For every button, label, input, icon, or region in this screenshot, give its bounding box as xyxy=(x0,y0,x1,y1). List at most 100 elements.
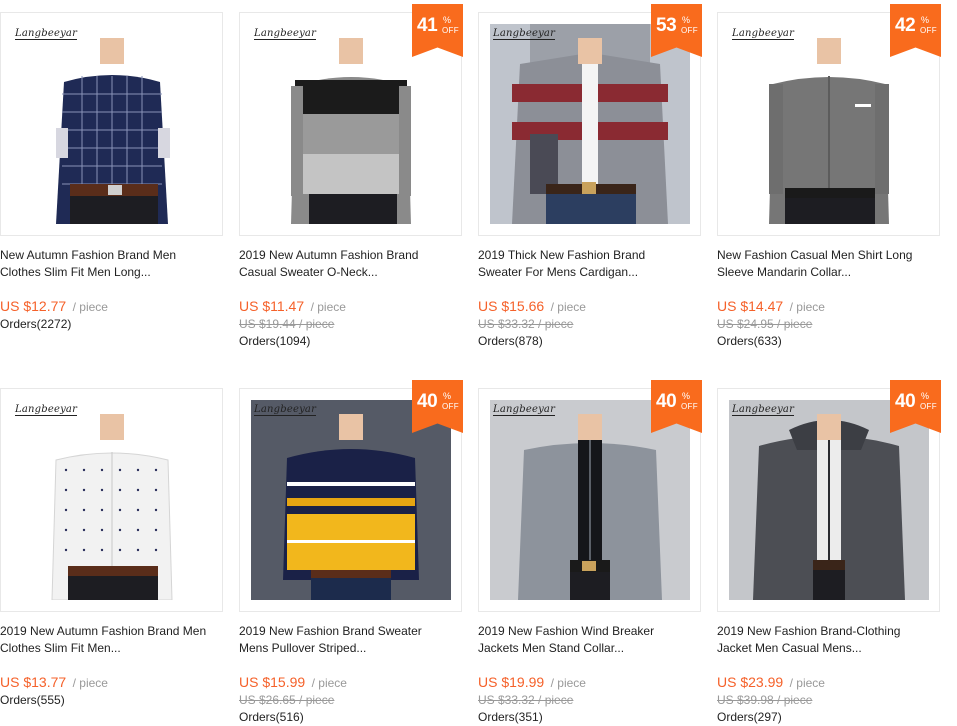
product-card[interactable]: Langbeeyar 53 % OFF 2019 Thick New Fashi… xyxy=(478,4,702,372)
brand-logo: Langbeeyar xyxy=(254,28,317,40)
product-title-line2[interactable]: Clothes Slim Fit Men Long... xyxy=(0,264,223,281)
brand-logo: Langbeeyar xyxy=(493,28,556,40)
product-photo[interactable] xyxy=(490,400,690,600)
discount-off-label: OFF xyxy=(920,26,937,35)
product-title-line2[interactable]: Jackets Men Stand Collar... xyxy=(478,640,701,657)
discount-off-label: OFF xyxy=(920,402,937,411)
current-price: US $23.99 xyxy=(717,674,784,690)
price-unit: / piece xyxy=(72,676,108,690)
current-price: US $15.66 xyxy=(478,298,545,314)
product-title-line1[interactable]: 2019 New Fashion Brand-Clothing xyxy=(717,623,940,640)
discount-percent-sign: % xyxy=(682,391,691,401)
orders-count: Orders(1094) xyxy=(239,334,311,348)
product-card[interactable]: Langbeeyar 40 % OFF 2019 New Fashion Win… xyxy=(478,380,702,726)
price-row: US $11.47 / piece xyxy=(239,298,346,316)
product-title-line2[interactable]: Sleeve Mandarin Collar... xyxy=(717,264,940,281)
discount-value: 40 xyxy=(417,391,438,412)
product-title-link[interactable]: 2019 Thick New Fashion Brand Sweater For… xyxy=(478,247,701,280)
product-card[interactable]: Langbeeyar 40 % OFF 2019 New Fashion Bra… xyxy=(239,380,463,726)
product-title-link[interactable]: 2019 New Fashion Wind Breaker Jackets Me… xyxy=(478,623,701,656)
current-price: US $11.47 xyxy=(239,298,305,314)
price-unit: / piece xyxy=(789,676,825,690)
brand-logo: Langbeeyar xyxy=(15,28,78,40)
product-photo[interactable] xyxy=(12,400,212,600)
price-row: US $13.77 / piece xyxy=(0,674,108,692)
brand-logo: Langbeeyar xyxy=(732,28,795,40)
orders-count: Orders(555) xyxy=(0,693,65,707)
price-row: US $15.66 / piece xyxy=(478,298,586,316)
discount-percent-sign: % xyxy=(682,15,691,25)
product-title-line1[interactable]: 2019 New Fashion Wind Breaker xyxy=(478,623,701,640)
price-row: US $19.99 / piece xyxy=(478,674,586,692)
product-title-link[interactable]: New Autumn Fashion Brand Men Clothes Sli… xyxy=(0,247,223,280)
current-price: US $19.99 xyxy=(478,674,545,690)
product-title-link[interactable]: 2019 New Fashion Brand-Clothing Jacket M… xyxy=(717,623,940,656)
discount-value: 40 xyxy=(656,391,677,412)
product-title-line2[interactable]: Sweater For Mens Cardigan... xyxy=(478,264,701,281)
discount-off-label: OFF xyxy=(681,402,698,411)
price-unit: / piece xyxy=(550,676,586,690)
product-image-frame[interactable]: Langbeeyar xyxy=(0,388,223,612)
orders-count: Orders(878) xyxy=(478,334,543,348)
product-photo[interactable] xyxy=(490,24,690,224)
brand-logo: Langbeeyar xyxy=(493,404,556,416)
product-title-link[interactable]: 2019 New Autumn Fashion Brand Men Clothe… xyxy=(0,623,223,656)
original-price: US $33.32 / piece xyxy=(478,317,574,331)
current-price: US $12.77 xyxy=(0,298,67,314)
original-price: US $19.44 / piece xyxy=(239,317,335,331)
price-unit: / piece xyxy=(550,300,586,314)
orders-count: Orders(516) xyxy=(239,710,304,724)
discount-off-label: OFF xyxy=(442,402,459,411)
product-title-line1[interactable]: 2019 Thick New Fashion Brand xyxy=(478,247,701,264)
brand-logo: Langbeeyar xyxy=(732,404,795,416)
product-title-line2[interactable]: Mens Pullover Striped... xyxy=(239,640,462,657)
product-title-line1[interactable]: 2019 New Autumn Fashion Brand xyxy=(239,247,462,264)
price-row: US $15.99 / piece xyxy=(239,674,347,692)
product-card[interactable]: Langbeeyar 40 % OFF 2019 New Fashion Bra… xyxy=(717,380,941,726)
product-title-line1[interactable]: 2019 New Fashion Brand Sweater xyxy=(239,623,462,640)
product-card[interactable]: Langbeeyar 41 % OFF 2019 New Autumn Fash… xyxy=(239,4,463,372)
discount-percent-sign: % xyxy=(443,15,452,25)
orders-count: Orders(2272) xyxy=(0,317,72,331)
discount-off-label: OFF xyxy=(442,26,459,35)
original-price: US $26.65 / piece xyxy=(239,693,335,707)
product-photo[interactable] xyxy=(251,24,451,224)
price-unit: / piece xyxy=(310,300,346,314)
price-unit: / piece xyxy=(311,676,347,690)
product-card[interactable]: Langbeeyar 2019 New Autumn Fashion Brand… xyxy=(0,388,223,726)
discount-value: 41 xyxy=(417,15,438,36)
product-title-line1[interactable]: New Autumn Fashion Brand Men xyxy=(0,247,223,264)
product-photo[interactable] xyxy=(251,400,451,600)
brand-logo: Langbeeyar xyxy=(254,404,317,416)
orders-count: Orders(633) xyxy=(717,334,782,348)
discount-value: 42 xyxy=(895,15,916,36)
product-title-line1[interactable]: New Fashion Casual Men Shirt Long xyxy=(717,247,940,264)
discount-percent-sign: % xyxy=(443,391,452,401)
discount-percent-sign: % xyxy=(921,391,930,401)
discount-value: 53 xyxy=(656,15,677,36)
price-unit: / piece xyxy=(72,300,108,314)
product-card[interactable]: Langbeeyar New Autumn Fashion Brand Men … xyxy=(0,12,223,372)
product-title-link[interactable]: New Fashion Casual Men Shirt Long Sleeve… xyxy=(717,247,940,280)
price-row: US $14.47 / piece xyxy=(717,298,825,316)
current-price: US $13.77 xyxy=(0,674,67,690)
current-price: US $14.47 xyxy=(717,298,784,314)
product-title-link[interactable]: 2019 New Fashion Brand Sweater Mens Pull… xyxy=(239,623,462,656)
product-title-line2[interactable]: Casual Sweater O-Neck... xyxy=(239,264,462,281)
product-title-link[interactable]: 2019 New Autumn Fashion Brand Casual Swe… xyxy=(239,247,462,280)
discount-percent-sign: % xyxy=(921,15,930,25)
product-card[interactable]: Langbeeyar 42 % OFF New Fashion Casual M… xyxy=(717,4,941,372)
price-row: US $23.99 / piece xyxy=(717,674,825,692)
orders-count: Orders(351) xyxy=(478,710,543,724)
original-price: US $39.98 / piece xyxy=(717,693,813,707)
orders-count: Orders(297) xyxy=(717,710,782,724)
price-row: US $12.77 / piece xyxy=(0,298,108,316)
product-photo[interactable] xyxy=(12,24,212,224)
product-photo[interactable] xyxy=(729,400,929,600)
product-photo[interactable] xyxy=(729,24,929,224)
product-image-frame[interactable]: Langbeeyar xyxy=(0,12,223,236)
product-title-line2[interactable]: Clothes Slim Fit Men... xyxy=(0,640,223,657)
product-title-line1[interactable]: 2019 New Autumn Fashion Brand Men xyxy=(0,623,223,640)
product-title-line2[interactable]: Jacket Men Casual Mens... xyxy=(717,640,940,657)
current-price: US $15.99 xyxy=(239,674,306,690)
